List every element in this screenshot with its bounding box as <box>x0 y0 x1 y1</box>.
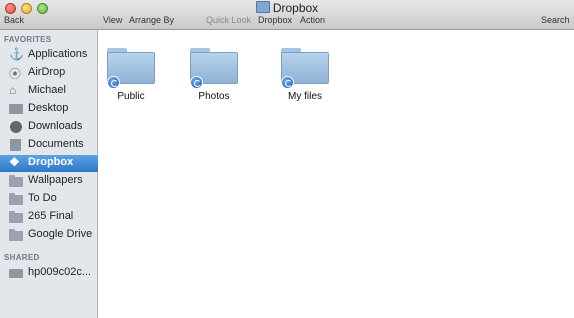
title-bar: Dropbox Back View Arrange By Quick Look … <box>0 0 574 30</box>
sidebar-item-label: Documents <box>28 138 84 150</box>
sidebar-item-label: Downloads <box>28 120 83 132</box>
sidebar-item-265-final[interactable]: 265 Final <box>0 209 98 226</box>
sidebar-item-label: Dropbox <box>28 156 74 168</box>
downloads-icon <box>10 121 22 133</box>
sidebar-item-label: Google Drive <box>28 228 93 240</box>
sidebar-item-label: hp009c02c... <box>28 266 91 278</box>
window-title: Dropbox <box>0 1 574 15</box>
folder-icon <box>9 229 23 241</box>
home-icon: ⌂ <box>9 83 17 97</box>
sidebar-item-label: To Do <box>28 192 57 204</box>
applications-icon: ⚓ <box>9 47 24 61</box>
quick-look-button[interactable]: Quick Look <box>206 15 251 25</box>
synced-folder-icon <box>190 48 238 89</box>
synced-folder-icon <box>107 48 155 89</box>
dropbox-icon: ❖ <box>9 155 20 169</box>
file-name: Public <box>117 91 145 102</box>
sidebar-item-wallpapers[interactable]: Wallpapers <box>0 173 98 190</box>
computer-icon <box>9 269 23 278</box>
synced-folder-icon <box>281 48 329 89</box>
sync-badge-icon <box>190 76 203 89</box>
dropbox-folder-icon <box>255 1 270 13</box>
folder-icon <box>9 175 23 187</box>
sidebar-item-google-drive[interactable]: Google Drive <box>0 227 98 244</box>
sidebar-item-desktop[interactable]: Desktop <box>0 101 98 118</box>
folder-icon <box>9 211 23 223</box>
shared-header: SHARED <box>4 253 40 262</box>
sidebar-item-label: Applications <box>28 48 88 60</box>
desktop-icon <box>9 104 23 114</box>
airdrop-icon: ⦿ <box>9 67 22 81</box>
sidebar-item-applications[interactable]: ⚓ Applications <box>0 47 98 64</box>
file-browser: Public Photos My files <box>98 30 574 318</box>
back-button[interactable]: Back <box>4 15 24 25</box>
documents-icon <box>10 139 21 151</box>
sidebar-item-downloads[interactable]: Downloads <box>0 119 98 136</box>
sidebar-item-michael[interactable]: ⌂ Michael <box>0 83 98 100</box>
finder-window: Dropbox Back View Arrange By Quick Look … <box>0 0 574 318</box>
sidebar-item-documents[interactable]: Documents <box>0 137 98 154</box>
sync-badge-icon <box>281 76 294 89</box>
sidebar-item-shared-computer[interactable]: hp009c02c... <box>0 265 98 282</box>
view-button[interactable]: View <box>103 15 122 25</box>
folder-icon <box>9 193 23 205</box>
favorites-header: FAVORITES <box>4 35 52 44</box>
sync-badge-icon <box>107 76 120 89</box>
file-name: My files <box>288 91 322 102</box>
search-button[interactable]: Search <box>541 15 570 25</box>
sidebar: FAVORITES ⚓ Applications ⦿ AirDrop ⌂ Mic… <box>0 30 98 318</box>
sidebar-item-to-do[interactable]: To Do <box>0 191 98 208</box>
window-title-label: Dropbox <box>272 1 319 15</box>
sidebar-item-label: Wallpapers <box>28 174 83 186</box>
sidebar-item-dropbox[interactable]: ❖ Dropbox <box>0 155 98 172</box>
dropbox-menu-button[interactable]: Dropbox <box>258 15 292 25</box>
sidebar-item-label: Michael <box>28 84 66 96</box>
sidebar-item-label: AirDrop <box>28 66 66 78</box>
sidebar-item-label: Desktop <box>28 102 69 114</box>
arrange-by-button[interactable]: Arrange By <box>129 15 174 25</box>
sidebar-item-airdrop[interactable]: ⦿ AirDrop <box>0 65 98 82</box>
file-name: Photos <box>198 91 230 102</box>
action-button[interactable]: Action <box>300 15 325 25</box>
sidebar-item-label: 265 Final <box>28 210 74 222</box>
